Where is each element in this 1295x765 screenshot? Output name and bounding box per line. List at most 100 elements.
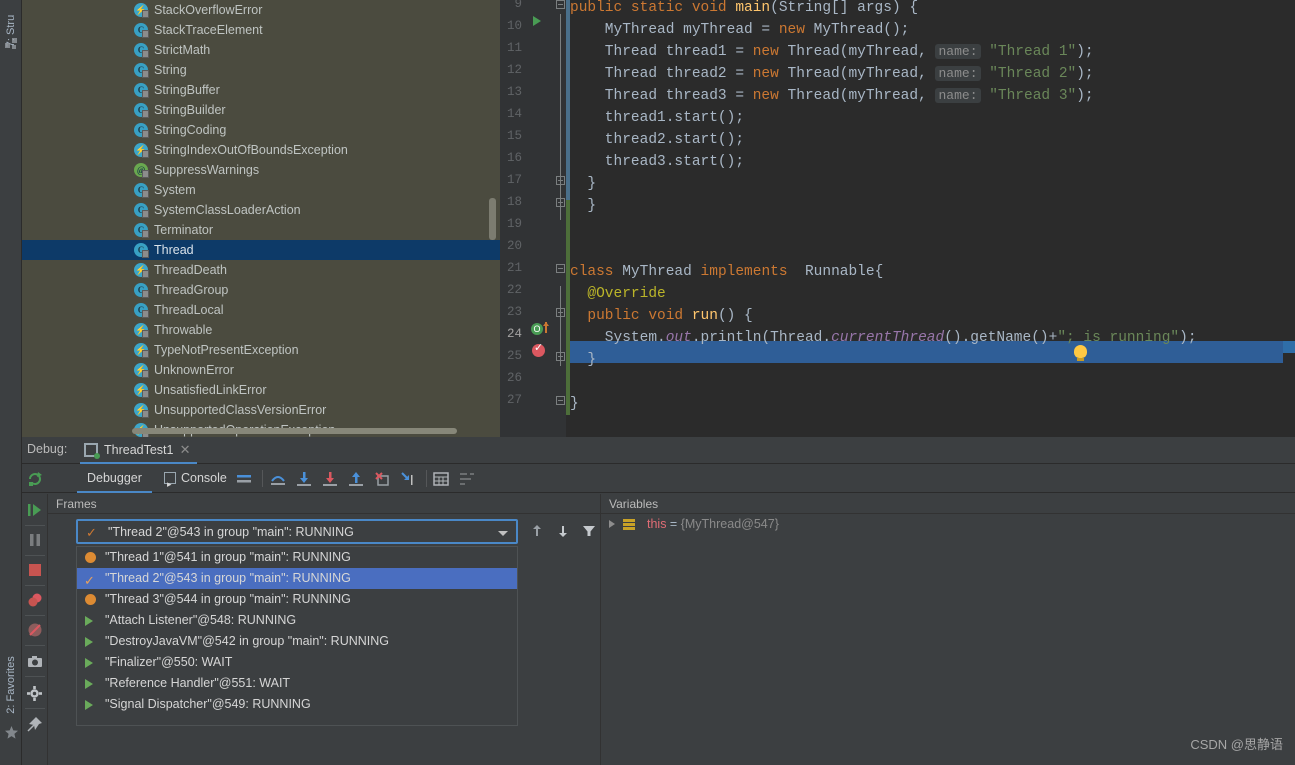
- frame-list-item[interactable]: "Thread 1"@541 in group "main": RUNNING: [77, 547, 517, 568]
- class-list-hscrollbar[interactable]: [132, 428, 457, 434]
- fold-marker-icon[interactable]: [556, 396, 565, 405]
- class-icon: C: [134, 123, 149, 138]
- code-line[interactable]: @Override: [570, 283, 665, 305]
- sidebar-tab-favorites[interactable]: 2: Favorites: [0, 647, 22, 723]
- step-over-icon[interactable]: [270, 471, 286, 487]
- tab-debugger[interactable]: Debugger: [77, 464, 152, 493]
- code-line[interactable]: }: [570, 195, 596, 217]
- code-line[interactable]: Thread thread1 = new Thread(myThread, na…: [570, 41, 1094, 63]
- class-list-item[interactable]: ⚡ StringIndexOutOfBoundsException: [22, 140, 500, 160]
- class-list-item[interactable]: C ThreadGroup: [22, 280, 500, 300]
- get-thread-dump-icon[interactable]: [27, 654, 43, 670]
- close-icon[interactable]: ✕: [180, 443, 191, 457]
- step-out-icon[interactable]: [348, 471, 364, 487]
- pin-tab-icon[interactable]: [27, 716, 43, 732]
- class-list-item[interactable]: C ThreadLocal: [22, 300, 500, 320]
- pause-program-icon[interactable]: [27, 532, 43, 548]
- variable-equals: =: [666, 517, 681, 531]
- class-list-scrollbar[interactable]: [489, 198, 496, 240]
- code-line[interactable]: thread3.start();: [570, 151, 744, 173]
- editor-marker-bar[interactable]: [1283, 0, 1295, 437]
- star-icon[interactable]: [4, 725, 19, 740]
- thread-selector[interactable]: ✓ "Thread 2"@543 in group "main": RUNNIN…: [76, 519, 518, 544]
- class-list-item[interactable]: C StackTraceElement: [22, 20, 500, 40]
- code-line[interactable]: Thread thread2 = new Thread(myThread, na…: [570, 63, 1094, 85]
- tab-console[interactable]: Console: [154, 464, 237, 498]
- variable-name: this: [647, 517, 667, 531]
- line-number: 19: [506, 217, 522, 231]
- class-list-item[interactable]: C StringCoding: [22, 120, 500, 140]
- force-step-into-icon[interactable]: [322, 471, 338, 487]
- fold-marker-icon[interactable]: [556, 264, 565, 273]
- marker-current-line[interactable]: [1283, 341, 1295, 353]
- class-list-item[interactable]: ⚡ UnknownError: [22, 360, 500, 380]
- run-gutter-icon[interactable]: [533, 16, 541, 26]
- stop-icon[interactable]: [27, 562, 43, 578]
- up-arrow-icon[interactable]: [530, 524, 544, 538]
- variable-row[interactable]: this = {MyThread@547}: [601, 514, 1295, 535]
- filter-icon[interactable]: [582, 524, 596, 538]
- override-gutter-icon[interactable]: O: [531, 323, 543, 335]
- code-line[interactable]: }: [570, 393, 579, 415]
- class-list-item[interactable]: ⚡ UnsatisfiedLinkError: [22, 380, 500, 400]
- thread-frames-list[interactable]: "Thread 1"@541 in group "main": RUNNING ✓…: [76, 546, 518, 726]
- view-breakpoints-icon[interactable]: [27, 592, 43, 608]
- class-list-item[interactable]: C System: [22, 180, 500, 200]
- class-list-item[interactable]: C StringBuffer: [22, 80, 500, 100]
- class-list-item[interactable]: @ SuppressWarnings: [22, 160, 500, 180]
- class-list-item[interactable]: ⚡ UnsupportedClassVersionError: [22, 400, 500, 420]
- code-line[interactable]: MyThread myThread = new MyThread();: [570, 19, 910, 41]
- rerun-icon[interactable]: [27, 471, 43, 487]
- sidebar-tab-structure[interactable]: 7: Stru: [0, 0, 22, 63]
- frames-title: Frames: [48, 494, 600, 514]
- breakpoint-icon[interactable]: [532, 341, 545, 357]
- class-list-item[interactable]: C Terminator: [22, 220, 500, 240]
- frame-list-item[interactable]: "DestroyJavaVM"@542 in group "main": RUN…: [77, 631, 517, 652]
- run-to-cursor-icon[interactable]: [400, 471, 416, 487]
- class-list-item[interactable]: ⚡ Throwable: [22, 320, 500, 340]
- run-configuration-tab[interactable]: ThreadTest1 ✕: [80, 437, 198, 464]
- layout-icon[interactable]: [459, 471, 475, 487]
- down-arrow-icon[interactable]: [556, 524, 570, 538]
- class-list-item[interactable]: ⚡ TypeNotPresentException: [22, 340, 500, 360]
- code-line[interactable]: }: [570, 173, 596, 195]
- class-list-item[interactable]: ⚡ ThreadDeath: [22, 260, 500, 280]
- class-list-item[interactable]: ⚡ StackOverflowError: [22, 0, 500, 20]
- frame-list-item[interactable]: ✓ "Thread 2"@543 in group "main": RUNNING: [77, 568, 517, 589]
- code-line[interactable]: Thread thread3 = new Thread(myThread, na…: [570, 85, 1094, 107]
- frame-list-item[interactable]: "Reference Handler"@551: WAIT: [77, 673, 517, 694]
- code-line[interactable]: System.out.println(Thread.currentThread(…: [570, 327, 1197, 349]
- resume-program-icon[interactable]: [27, 502, 43, 518]
- chevron-down-icon[interactable]: [498, 531, 508, 536]
- step-into-icon[interactable]: [296, 471, 312, 487]
- class-list-item[interactable]: C String: [22, 60, 500, 80]
- drop-frame-icon[interactable]: [374, 471, 390, 487]
- editor-gutter[interactable]: 89101112131415161718192021222324252627 O: [500, 0, 566, 437]
- fold-marker-icon[interactable]: [556, 0, 565, 9]
- code-line[interactable]: public static void main(String[] args) {: [570, 0, 918, 19]
- mute-breakpoints-icon[interactable]: [27, 622, 43, 638]
- show-execution-point-icon[interactable]: [236, 471, 252, 487]
- evaluate-expression-icon[interactable]: [433, 471, 449, 487]
- expand-arrow-icon[interactable]: [609, 520, 615, 528]
- code-line[interactable]: }: [570, 349, 596, 371]
- frame-list-item[interactable]: "Finalizer"@550: WAIT: [77, 652, 517, 673]
- class-list-item[interactable]: C StrictMath: [22, 40, 500, 60]
- class-list-item[interactable]: C Thread: [22, 240, 500, 260]
- code-editor[interactable]: 89101112131415161718192021222324252627 O…: [500, 0, 1295, 437]
- class-list-item[interactable]: C SystemClassLoaderAction: [22, 200, 500, 220]
- frame-list-item[interactable]: "Signal Dispatcher"@549: RUNNING: [77, 694, 517, 715]
- code-line[interactable]: thread1.start();: [570, 107, 744, 129]
- frame-list-item-label: "Attach Listener"@548: RUNNING: [105, 613, 297, 627]
- class-chooser-popup[interactable]: ⚡ StackOverflowError C StackTraceElement C St…: [22, 0, 500, 437]
- code-line[interactable]: class MyThread implements Runnable{: [570, 261, 883, 283]
- structure-icon[interactable]: [4, 36, 19, 51]
- class-list-item[interactable]: C StringBuilder: [22, 100, 500, 120]
- code-line[interactable]: public void run() {: [570, 305, 752, 327]
- frame-list-item[interactable]: "Thread 3"@544 in group "main": RUNNING: [77, 589, 517, 610]
- code-text[interactable]: public static void main(String[] args) {…: [570, 0, 1295, 437]
- settings-icon[interactable]: [27, 686, 43, 702]
- code-line[interactable]: thread2.start();: [570, 129, 744, 151]
- frame-list-item[interactable]: "Attach Listener"@548: RUNNING: [77, 610, 517, 631]
- line-number: 16: [506, 151, 522, 165]
